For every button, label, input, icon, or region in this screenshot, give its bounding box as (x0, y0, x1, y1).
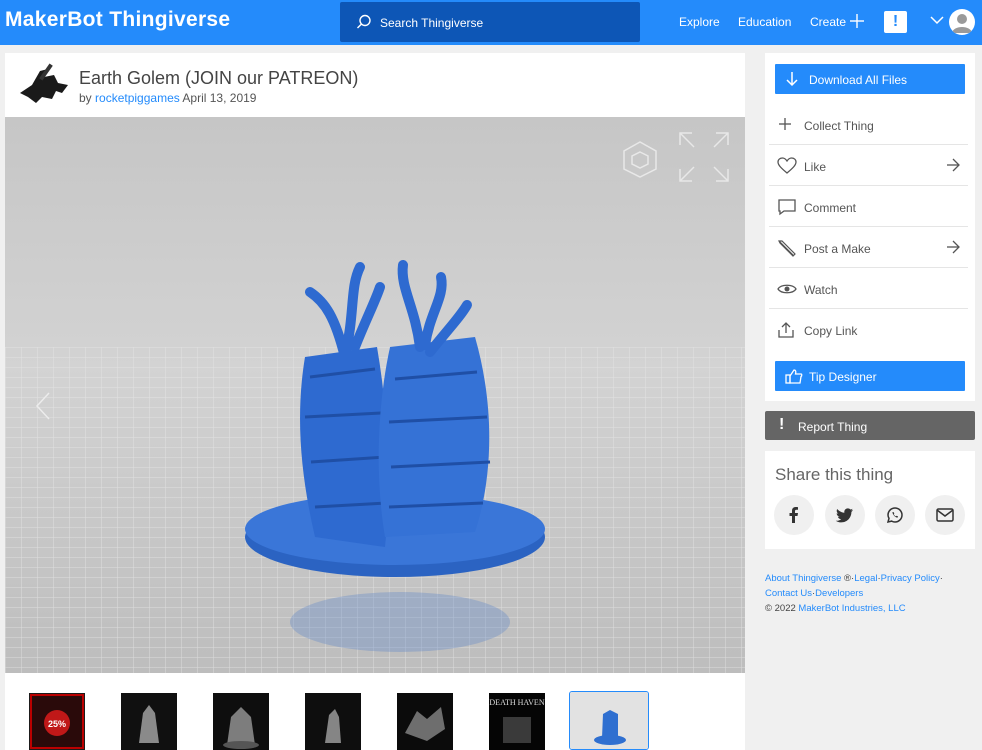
share-facebook-button[interactable] (774, 495, 814, 535)
share-title: Share this thing (775, 465, 894, 484)
search-icon (357, 14, 371, 29)
share-panel: Share this thing (765, 451, 975, 549)
footer-sep: · (939, 573, 943, 584)
thumb-model-render[interactable] (569, 691, 649, 750)
model-viewer[interactable] (5, 117, 745, 673)
tip-designer-button[interactable]: Tip Designer (775, 361, 965, 391)
thingiverse-logo[interactable]: MakerBot Thingiverse (5, 8, 230, 32)
pencil-icon (778, 240, 796, 257)
copy-link-label: Copy Link (804, 324, 858, 338)
share-upload-icon (778, 322, 794, 338)
thumb-figure-2-image (121, 693, 177, 750)
thumb-figure-4-image (305, 693, 361, 750)
nav-explore-link[interactable]: Explore (679, 15, 720, 29)
comment-label: Comment (804, 201, 857, 215)
thumb-figure-3-image (213, 693, 269, 750)
thumb-death-haven[interactable]: DEATH HAVEN (489, 693, 545, 750)
footer-contact-link[interactable]: Contact Us (765, 588, 812, 599)
footer-copyright: © 2022 (765, 603, 799, 614)
report-thing-button[interactable]: ! Report Thing (765, 411, 975, 440)
whatsapp-icon (886, 507, 903, 524)
plus-icon (779, 118, 791, 130)
share-whatsapp-button[interactable] (875, 495, 915, 535)
cube-icon[interactable] (620, 139, 660, 179)
thumb-death-haven-image: DEATH HAVEN (489, 693, 545, 750)
footer-about-link[interactable]: About Thingiverse (765, 573, 841, 584)
email-icon (936, 508, 954, 522)
download-label: Download All Files (809, 73, 908, 87)
twitter-icon (835, 508, 853, 523)
copy-link-button[interactable]: Copy Link (769, 310, 968, 350)
facebook-icon (789, 507, 798, 523)
collect-label: Collect Thing (804, 119, 874, 133)
footer-privacy-link[interactable]: Privacy Policy (881, 573, 940, 584)
model-canvas (5, 117, 745, 673)
user-avatar[interactable] (949, 9, 975, 35)
thumbs-up-icon (785, 369, 803, 384)
author-link[interactable]: rocketpiggames (95, 91, 180, 105)
footer-links: About Thingiverse ®·Legal ·Privacy Policy… (765, 571, 975, 616)
share-twitter-button[interactable] (825, 495, 865, 535)
footer-developers-link[interactable]: Developers (815, 588, 863, 599)
nav-create-link[interactable]: Create (810, 15, 846, 29)
comment-icon (778, 199, 796, 216)
thing-actions-panel: Download All Files Collect Thing Like Co… (765, 53, 975, 401)
thumbnail-strip: 25% DEATH HAVEN (5, 673, 745, 750)
thumb-sale-poster[interactable]: 25% (29, 693, 85, 750)
like-button[interactable]: Like (769, 146, 968, 186)
thing-header: Earth Golem (JOIN our PATREON) by rocket… (5, 53, 745, 117)
share-email-button[interactable] (925, 495, 965, 535)
svg-text:DEATH HAVEN: DEATH HAVEN (489, 698, 544, 707)
publish-date: April 13, 2019 (182, 91, 257, 105)
nav-education-link[interactable]: Education (738, 15, 791, 29)
tip-label: Tip Designer (809, 370, 877, 384)
arrow-right-icon (947, 158, 960, 172)
thumb-model-render-image (570, 692, 648, 749)
post-a-make-button[interactable]: Post a Make (769, 228, 968, 268)
like-label: Like (804, 160, 827, 174)
exclamation-icon: ! (779, 416, 785, 433)
thumb-sale-poster-image: 25% (30, 694, 84, 749)
thumb-figure-2[interactable] (121, 693, 177, 750)
prev-arrow-icon[interactable] (35, 391, 51, 421)
footer-legal-link[interactable]: Legal (854, 573, 877, 584)
thumb-dragon-image (397, 693, 453, 750)
search-placeholder: Search Thingiverse (380, 16, 484, 30)
eye-icon (777, 284, 797, 294)
thumb-dragon[interactable] (397, 693, 453, 750)
watch-label: Watch (804, 283, 838, 297)
thumb-figure-3[interactable] (213, 693, 269, 750)
arrow-right-icon (947, 240, 960, 254)
collect-thing-button[interactable]: Collect Thing (769, 105, 968, 145)
report-label: Report Thing (798, 420, 868, 434)
download-icon (786, 72, 798, 87)
top-nav: MakerBot Thingiverse Search Thingiverse … (0, 0, 982, 45)
chevron-down-icon[interactable] (930, 15, 944, 25)
byline-by: by (79, 91, 92, 105)
thumb-figure-4[interactable] (305, 693, 361, 750)
fullscreen-icon[interactable] (678, 131, 730, 183)
designer-logo-icon[interactable] (18, 63, 70, 105)
thing-title: Earth Golem (JOIN our PATREON) (79, 68, 359, 88)
svg-text:25%: 25% (48, 719, 66, 729)
heart-icon (777, 157, 797, 174)
footer-sep: ®· (841, 573, 855, 584)
download-all-files-button[interactable]: Download All Files (775, 64, 965, 94)
byline: by rocketpiggames April 13, 2019 (79, 91, 256, 105)
notifications-alert-button[interactable]: ! (884, 11, 907, 33)
comment-button[interactable]: Comment (769, 187, 968, 227)
plus-icon[interactable] (850, 14, 864, 28)
user-avatar-icon (952, 14, 972, 33)
watch-button[interactable]: Watch (769, 269, 968, 309)
search-box[interactable]: Search Thingiverse (340, 2, 640, 42)
footer-company-link[interactable]: MakerBot Industries, LLC (798, 603, 905, 614)
post-make-label: Post a Make (804, 242, 871, 256)
